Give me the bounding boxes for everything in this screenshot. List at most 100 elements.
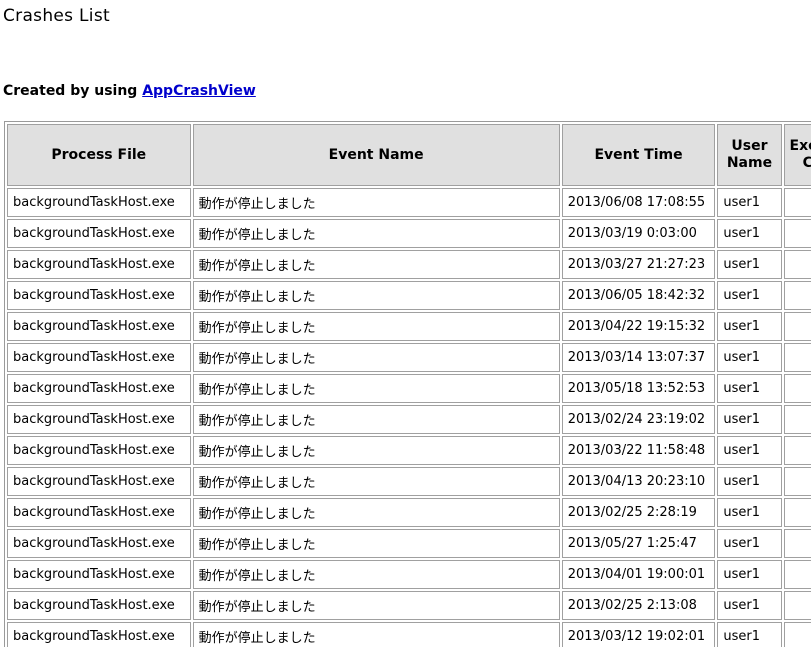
table-row: backgroundTaskHost.exe 動作が停止しました 2013/03… [7,250,811,279]
cell-exception-code [783,622,811,647]
crashes-table: Process File Event Name Event Time User … [4,121,811,647]
appcrashview-link[interactable]: AppCrashView [142,83,256,99]
created-by-line: Created by using AppCrashView [3,83,256,99]
created-by-text: Created by using [3,83,143,99]
cell-process-file: backgroundTaskHost.exe [7,622,191,647]
cell-exception-code [783,498,811,527]
table-row: backgroundTaskHost.exe 動作が停止しました 2013/02… [7,498,811,527]
cell-process-file: backgroundTaskHost.exe [7,467,191,496]
table-row: backgroundTaskHost.exe 動作が停止しました 2013/02… [7,591,811,620]
cell-exception-code [783,343,811,372]
cell-user-name: user1 [717,467,782,496]
cell-exception-code [783,467,811,496]
cell-user-name: user1 [717,219,782,248]
cell-event-time: 2013/06/08 17:08:55 [561,188,716,217]
cell-event-time: 2013/03/19 0:03:00 [561,219,716,248]
cell-user-name: user1 [717,436,782,465]
cell-event-name: 動作が停止しました [192,219,560,248]
cell-user-name: user1 [717,622,782,647]
cell-event-name: 動作が停止しました [192,498,560,527]
header-event-name[interactable]: Event Name [192,124,560,186]
cell-event-name: 動作が停止しました [192,467,560,496]
cell-exception-code [783,591,811,620]
header-event-time[interactable]: Event Time [561,124,716,186]
table-row: backgroundTaskHost.exe 動作が停止しました 2013/04… [7,312,811,341]
cell-user-name: user1 [717,343,782,372]
cell-process-file: backgroundTaskHost.exe [7,312,191,341]
header-user-name[interactable]: User Name [717,124,782,186]
cell-exception-code [783,529,811,558]
cell-event-name: 動作が停止しました [192,188,560,217]
cell-process-file: backgroundTaskHost.exe [7,219,191,248]
cell-event-time: 2013/05/18 13:52:53 [561,374,716,403]
cell-process-file: backgroundTaskHost.exe [7,591,191,620]
cell-event-name: 動作が停止しました [192,436,560,465]
cell-user-name: user1 [717,498,782,527]
cell-exception-code [783,250,811,279]
cell-event-time: 2013/03/27 21:27:23 [561,250,716,279]
cell-process-file: backgroundTaskHost.exe [7,436,191,465]
crashes-table-container: Process File Event Name Event Time User … [4,121,811,647]
cell-event-name: 動作が停止しました [192,343,560,372]
table-row: backgroundTaskHost.exe 動作が停止しました 2013/05… [7,529,811,558]
cell-user-name: user1 [717,281,782,310]
cell-event-time: 2013/04/01 19:00:01 [561,560,716,589]
table-row: backgroundTaskHost.exe 動作が停止しました 2013/06… [7,281,811,310]
cell-user-name: user1 [717,405,782,434]
table-header-row: Process File Event Name Event Time User … [7,124,811,186]
cell-user-name: user1 [717,560,782,589]
cell-process-file: backgroundTaskHost.exe [7,343,191,372]
cell-event-name: 動作が停止しました [192,529,560,558]
cell-exception-code [783,560,811,589]
table-row: backgroundTaskHost.exe 動作が停止しました 2013/03… [7,436,811,465]
cell-event-name: 動作が停止しました [192,250,560,279]
cell-user-name: user1 [717,529,782,558]
table-row: backgroundTaskHost.exe 動作が停止しました 2013/06… [7,188,811,217]
cell-process-file: backgroundTaskHost.exe [7,281,191,310]
cell-event-time: 2013/03/22 11:58:48 [561,436,716,465]
cell-event-time: 2013/03/12 19:02:01 [561,622,716,647]
cell-user-name: user1 [717,250,782,279]
cell-event-time: 2013/04/13 20:23:10 [561,467,716,496]
cell-event-name: 動作が停止しました [192,374,560,403]
cell-event-time: 2013/03/14 13:07:37 [561,343,716,372]
cell-process-file: backgroundTaskHost.exe [7,250,191,279]
table-row: backgroundTaskHost.exe 動作が停止しました 2013/03… [7,343,811,372]
table-row: backgroundTaskHost.exe 動作が停止しました 2013/03… [7,622,811,647]
cell-event-name: 動作が停止しました [192,622,560,647]
cell-exception-code [783,281,811,310]
cell-event-time: 2013/04/22 19:15:32 [561,312,716,341]
cell-process-file: backgroundTaskHost.exe [7,374,191,403]
page-title: Crashes List [3,6,110,26]
cell-exception-code [783,312,811,341]
cell-exception-code [783,219,811,248]
header-exception-code[interactable]: Exception Code [783,124,811,186]
cell-event-time: 2013/02/25 2:13:08 [561,591,716,620]
table-row: backgroundTaskHost.exe 動作が停止しました 2013/04… [7,560,811,589]
cell-event-name: 動作が停止しました [192,405,560,434]
cell-exception-code [783,374,811,403]
table-row: backgroundTaskHost.exe 動作が停止しました 2013/04… [7,467,811,496]
cell-process-file: backgroundTaskHost.exe [7,498,191,527]
table-row: backgroundTaskHost.exe 動作が停止しました 2013/05… [7,374,811,403]
cell-process-file: backgroundTaskHost.exe [7,560,191,589]
cell-process-file: backgroundTaskHost.exe [7,529,191,558]
cell-exception-code [783,436,811,465]
header-process-file[interactable]: Process File [7,124,191,186]
cell-event-time: 2013/02/25 2:28:19 [561,498,716,527]
cell-event-name: 動作が停止しました [192,591,560,620]
cell-event-time: 2013/05/27 1:25:47 [561,529,716,558]
cell-event-name: 動作が停止しました [192,312,560,341]
cell-process-file: backgroundTaskHost.exe [7,405,191,434]
cell-process-file: backgroundTaskHost.exe [7,188,191,217]
cell-event-time: 2013/06/05 18:42:32 [561,281,716,310]
cell-user-name: user1 [717,591,782,620]
cell-event-time: 2013/02/24 23:19:02 [561,405,716,434]
table-row: backgroundTaskHost.exe 動作が停止しました 2013/03… [7,219,811,248]
cell-user-name: user1 [717,312,782,341]
cell-event-name: 動作が停止しました [192,281,560,310]
cell-user-name: user1 [717,188,782,217]
cell-event-name: 動作が停止しました [192,560,560,589]
cell-user-name: user1 [717,374,782,403]
cell-exception-code [783,405,811,434]
